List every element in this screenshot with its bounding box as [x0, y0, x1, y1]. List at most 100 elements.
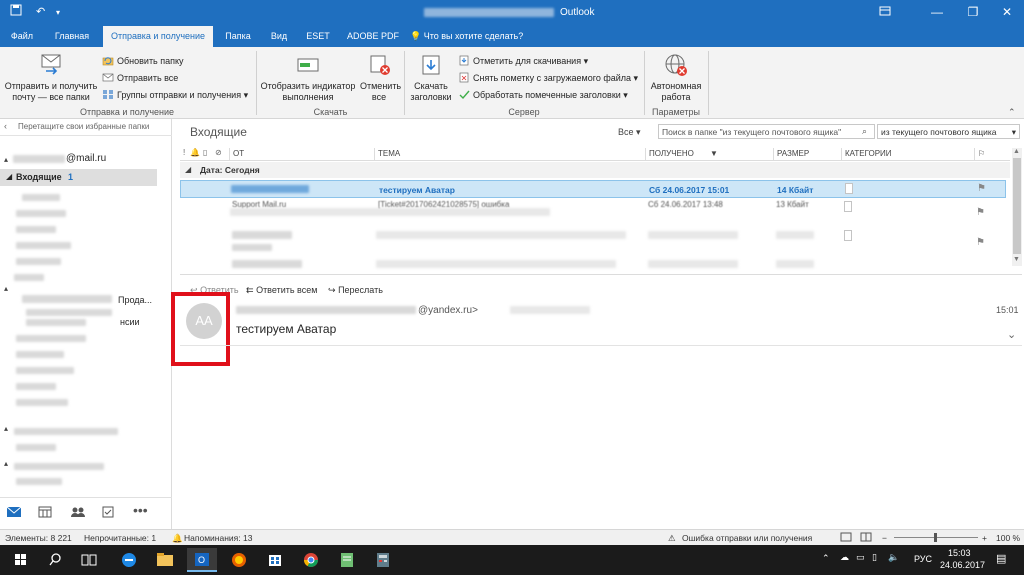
work-offline-button[interactable]: Автономная работа — [646, 52, 706, 103]
tell-me-box[interactable]: 💡 Что вы хотите сделать? — [410, 26, 540, 47]
category-box[interactable] — [845, 183, 853, 194]
flag-column-icon[interactable]: ⚐ — [974, 148, 1010, 160]
send-receive-groups-button[interactable]: Группы отправки и получения ▾ — [102, 89, 248, 101]
expand-arrow-icon[interactable]: ▴ — [4, 155, 8, 164]
flag-icon[interactable]: ⚑ — [976, 207, 985, 218]
column-subject[interactable]: ТЕМА — [374, 148, 645, 160]
forward-button[interactable]: ↪ Переслать — [328, 285, 383, 296]
ribbon-options-icon[interactable] — [870, 3, 900, 21]
filter-all-dropdown[interactable]: Все ▾ — [618, 127, 641, 138]
clock-time[interactable]: 15:03 — [948, 548, 971, 558]
column-categories[interactable]: КАТЕГОРИИ — [841, 148, 974, 160]
sender-email[interactable]: @yandex.ru> — [418, 305, 478, 316]
tab-send-receive[interactable]: Отправка и получение — [103, 26, 213, 47]
minimize-icon[interactable]: — — [922, 3, 952, 21]
status-error[interactable]: Ошибка отправки или получения — [682, 533, 812, 543]
expand-arrow-icon[interactable]: ▴ — [4, 459, 8, 468]
reply-all-button[interactable]: ⇇ Ответить всем — [246, 285, 317, 296]
truncated-folder[interactable]: Прода... — [118, 295, 152, 305]
calculator-app-icon[interactable] — [368, 548, 398, 572]
restore-icon[interactable]: ❐ — [958, 3, 988, 21]
attachment-column-icon[interactable]: ⊘ — [215, 148, 222, 157]
task-view-icon[interactable] — [74, 548, 104, 572]
windows-start-icon[interactable] — [6, 548, 36, 572]
scroll-thumb[interactable] — [1013, 158, 1021, 254]
expand-arrow-icon[interactable]: ◢ — [6, 172, 12, 181]
notes-app-icon[interactable] — [332, 548, 362, 572]
clock-date[interactable]: 24.06.2017 — [940, 560, 985, 570]
tasks-icon[interactable] — [102, 505, 114, 520]
tab-eset[interactable]: ESET — [300, 26, 336, 47]
tray-chevron-icon[interactable]: ⌃ — [822, 553, 830, 564]
category-box[interactable] — [844, 230, 852, 241]
undo-icon[interactable]: ↶ — [36, 5, 45, 18]
zoom-level[interactable]: 100 % — [996, 533, 1020, 543]
collapse-pane-icon[interactable]: ‹ — [4, 121, 7, 131]
account-name[interactable]: @mail.ru — [66, 153, 106, 164]
file-explorer-icon[interactable] — [150, 548, 180, 572]
column-size[interactable]: РАЗМЕР — [773, 148, 841, 160]
network-icon[interactable]: ▭ — [856, 552, 865, 563]
scroll-down-icon[interactable]: ▼ — [1013, 256, 1020, 263]
action-center-icon[interactable]: ▤ — [996, 552, 1006, 565]
column-from[interactable]: ОТ — [229, 148, 374, 160]
folder-inbox[interactable]: ◢ Входящие 1 — [0, 169, 157, 186]
cloud-icon[interactable]: ☁ — [840, 552, 849, 563]
zoom-out-icon[interactable]: − — [882, 533, 887, 543]
group-header[interactable]: ◢ Дата: Сегодня — [180, 162, 1010, 178]
scroll-up-icon[interactable]: ▲ — [1013, 148, 1020, 155]
mark-to-download-button[interactable]: Отметить для скачивания ▾ — [458, 55, 588, 67]
table-row[interactable]: тестируем Аватар Сб 24.06.2017 15:01 14 … — [180, 180, 1006, 198]
flag-icon[interactable]: ⚑ — [977, 183, 986, 194]
collapse-ribbon-icon[interactable]: ⌃ — [1008, 107, 1016, 118]
chrome-icon[interactable] — [296, 548, 326, 572]
outlook-taskbar-icon[interactable]: O — [187, 548, 217, 572]
tab-folder[interactable]: Папка — [218, 26, 258, 47]
firefox-icon[interactable] — [224, 548, 254, 572]
send-receive-all-button[interactable]: Отправить и получить почту — все папки — [2, 52, 100, 103]
flag-icon[interactable]: ⚑ — [976, 237, 985, 248]
close-icon[interactable]: ✕ — [992, 3, 1022, 21]
store-icon[interactable] — [260, 548, 290, 572]
search-icon[interactable] — [40, 548, 70, 572]
send-all-button[interactable]: Отправить все — [102, 72, 178, 83]
expand-header-icon[interactable]: ⌄ — [1007, 328, 1016, 341]
customize-qa-icon[interactable]: ▾ — [56, 8, 60, 17]
zoom-in-icon[interactable]: + — [982, 533, 987, 543]
column-received[interactable]: ПОЛУЧЕНО ▼ — [645, 148, 773, 160]
icon-column-icon[interactable]: ▯ — [203, 148, 207, 157]
reading-view-icon[interactable] — [860, 532, 872, 544]
expand-arrow-icon[interactable]: ▴ — [4, 424, 8, 433]
people-icon[interactable] — [70, 506, 86, 520]
search-icon[interactable]: ⌕ — [862, 126, 867, 137]
keyboard-language[interactable]: РУС — [914, 554, 932, 564]
category-box[interactable] — [844, 201, 852, 212]
list-scrollbar[interactable]: ▲ ▼ — [1012, 148, 1022, 266]
battery-icon[interactable]: ▯ — [872, 552, 877, 563]
tab-file[interactable]: Файл — [4, 26, 40, 47]
update-folder-button[interactable]: Обновить папку — [102, 55, 184, 66]
download-headers-button[interactable]: Скачать заголовки — [406, 52, 456, 103]
mail-icon[interactable] — [6, 506, 22, 520]
zoom-slider-thumb[interactable] — [934, 533, 937, 542]
show-progress-button[interactable]: Отобразить индикатор выполнения — [258, 52, 358, 103]
search-input[interactable]: Поиск в папке "из текущего почтового ящи… — [658, 124, 875, 139]
group-collapse-icon[interactable]: ◢ — [185, 165, 191, 174]
process-marked-button[interactable]: Обработать помеченные заголовки ▾ — [458, 89, 628, 101]
truncated-folder[interactable]: нсии — [120, 317, 140, 327]
volume-icon[interactable]: 🔈 — [888, 552, 899, 563]
reminder-column-icon[interactable]: 🔔 — [190, 148, 200, 157]
tab-view[interactable]: Вид — [263, 26, 295, 47]
edge-icon[interactable] — [114, 548, 144, 572]
status-reminders[interactable]: Напоминания: 13 — [184, 533, 252, 543]
save-icon[interactable] — [10, 4, 22, 19]
search-scope-dropdown[interactable]: из текущего почтового ящика ▾ — [877, 124, 1020, 139]
more-icon[interactable]: ••• — [133, 502, 148, 518]
normal-view-icon[interactable] — [840, 532, 852, 544]
importance-column-icon[interactable]: ! — [183, 148, 185, 157]
unmark-downloaded-button[interactable]: Снять пометку с загружаемого файла ▾ — [458, 72, 638, 84]
calendar-icon[interactable] — [38, 506, 52, 520]
tab-home[interactable]: Главная — [48, 26, 96, 47]
tab-adobe-pdf[interactable]: ADOBE PDF — [341, 26, 405, 47]
cancel-all-button[interactable]: Отменить все — [360, 52, 401, 103]
